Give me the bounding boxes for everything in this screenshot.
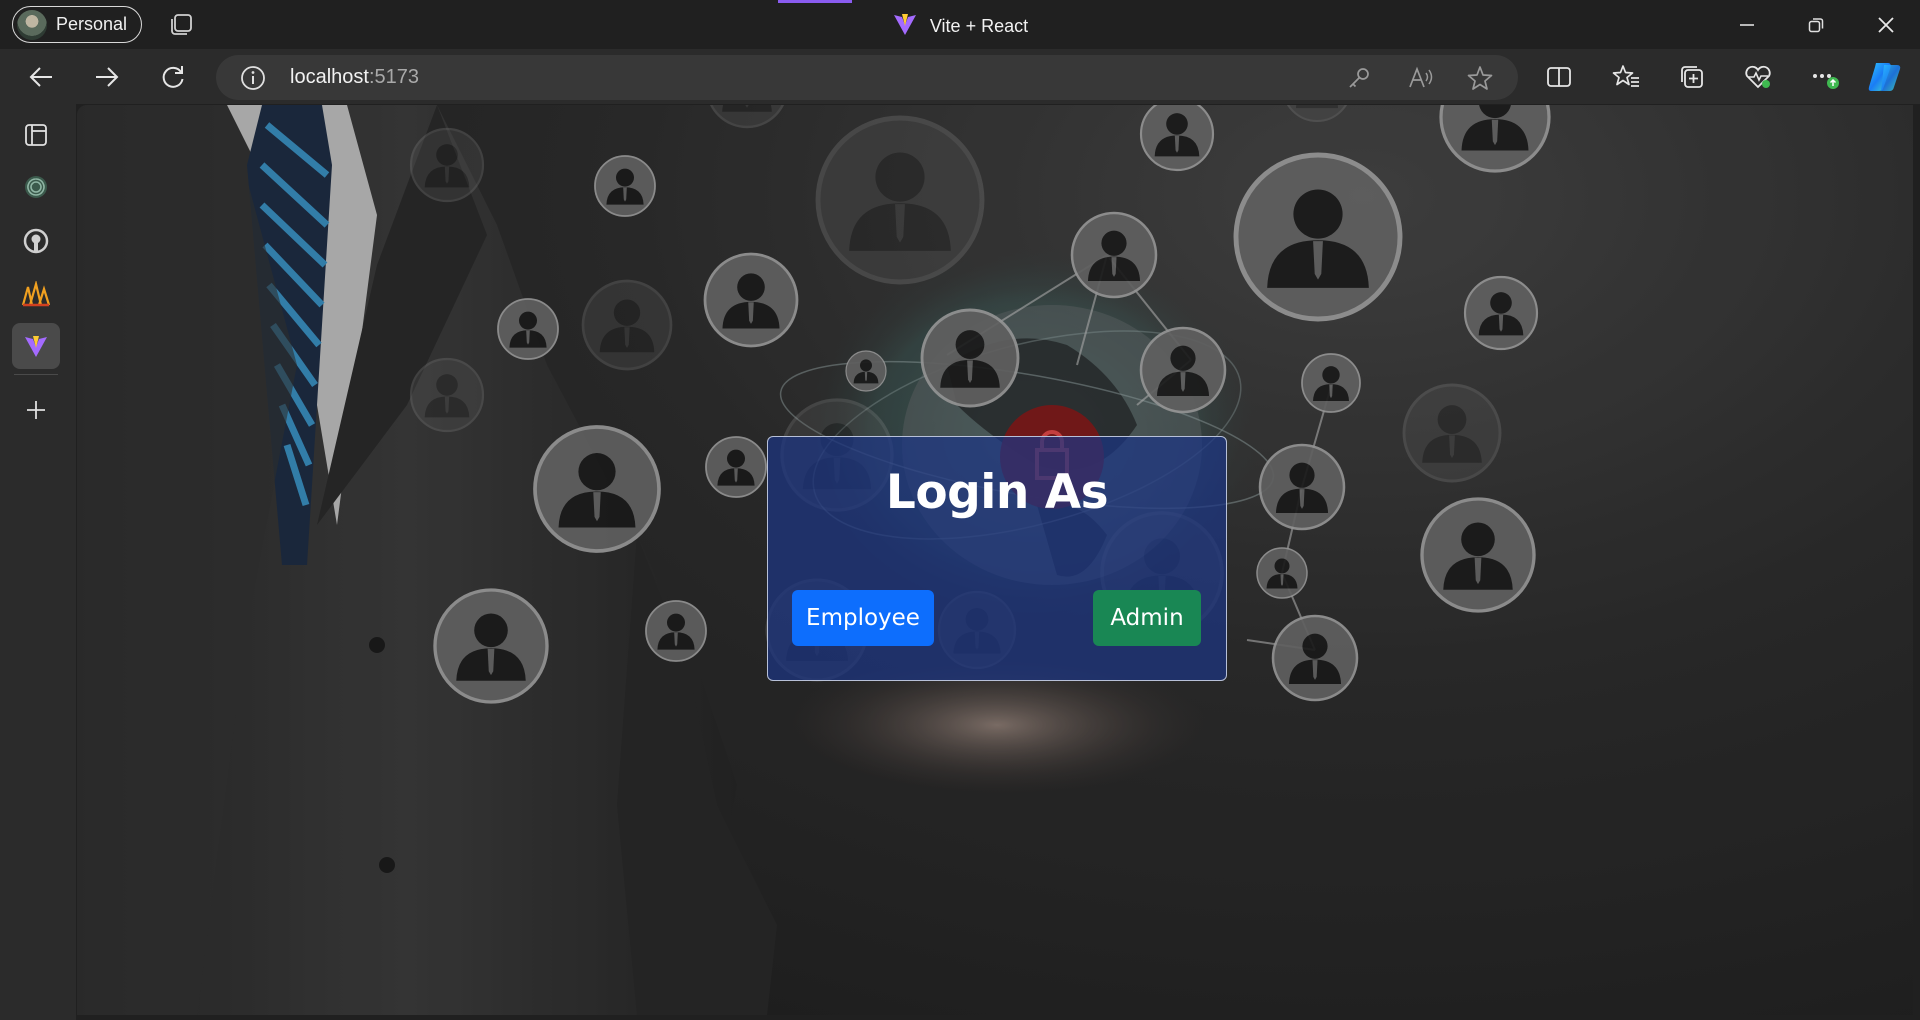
- sidebar-layout-icon[interactable]: [12, 112, 60, 158]
- admin-login-button[interactable]: Admin: [1093, 590, 1201, 646]
- favorites-icon[interactable]: [1607, 58, 1645, 96]
- browser-toolbar: localhost:5173: [0, 49, 1920, 104]
- favorite-star-icon[interactable]: [1467, 65, 1493, 91]
- active-tab-indicator: [778, 0, 852, 3]
- chatgpt-icon[interactable]: [12, 164, 60, 210]
- minimize-icon[interactable]: [1732, 10, 1762, 40]
- window-title: Vite + React: [0, 11, 1920, 41]
- back-icon[interactable]: [22, 58, 60, 96]
- page-viewport: Login As Employee Admin: [77, 105, 1913, 1015]
- collections-icon[interactable]: [1673, 58, 1711, 96]
- split-screen-icon[interactable]: [1540, 58, 1578, 96]
- vite-icon: [892, 11, 918, 41]
- key-icon[interactable]: [1346, 65, 1372, 91]
- refresh-icon[interactable]: [154, 58, 192, 96]
- url-port: :5173: [368, 66, 419, 88]
- app-icon[interactable]: [12, 271, 60, 317]
- browser-sidebar: [0, 104, 76, 1020]
- forward-icon[interactable]: [88, 58, 126, 96]
- address-bar[interactable]: localhost:5173: [216, 55, 1518, 100]
- github-icon[interactable]: [12, 218, 60, 264]
- login-card: Login As Employee Admin: [767, 436, 1227, 681]
- url-text[interactable]: localhost:5173: [290, 66, 419, 89]
- read-aloud-icon[interactable]: [1407, 65, 1433, 91]
- url-host: localhost: [290, 66, 369, 88]
- restore-icon[interactable]: [1801, 10, 1831, 40]
- browser-essentials-icon[interactable]: [1739, 58, 1777, 96]
- sidebar-separator: [14, 374, 58, 375]
- employee-login-button[interactable]: Employee: [792, 590, 934, 646]
- window-title-text: Vite + React: [929, 15, 1029, 36]
- vite-sidebar-icon[interactable]: [12, 323, 60, 369]
- copilot-icon[interactable]: [1866, 58, 1904, 96]
- more-icon[interactable]: [1806, 58, 1844, 96]
- site-info-icon[interactable]: [240, 65, 266, 91]
- title-bar: Personal Vite + React: [0, 0, 1920, 49]
- close-icon[interactable]: [1871, 10, 1901, 40]
- login-title: Login As: [885, 465, 1109, 520]
- add-icon[interactable]: [12, 387, 60, 433]
